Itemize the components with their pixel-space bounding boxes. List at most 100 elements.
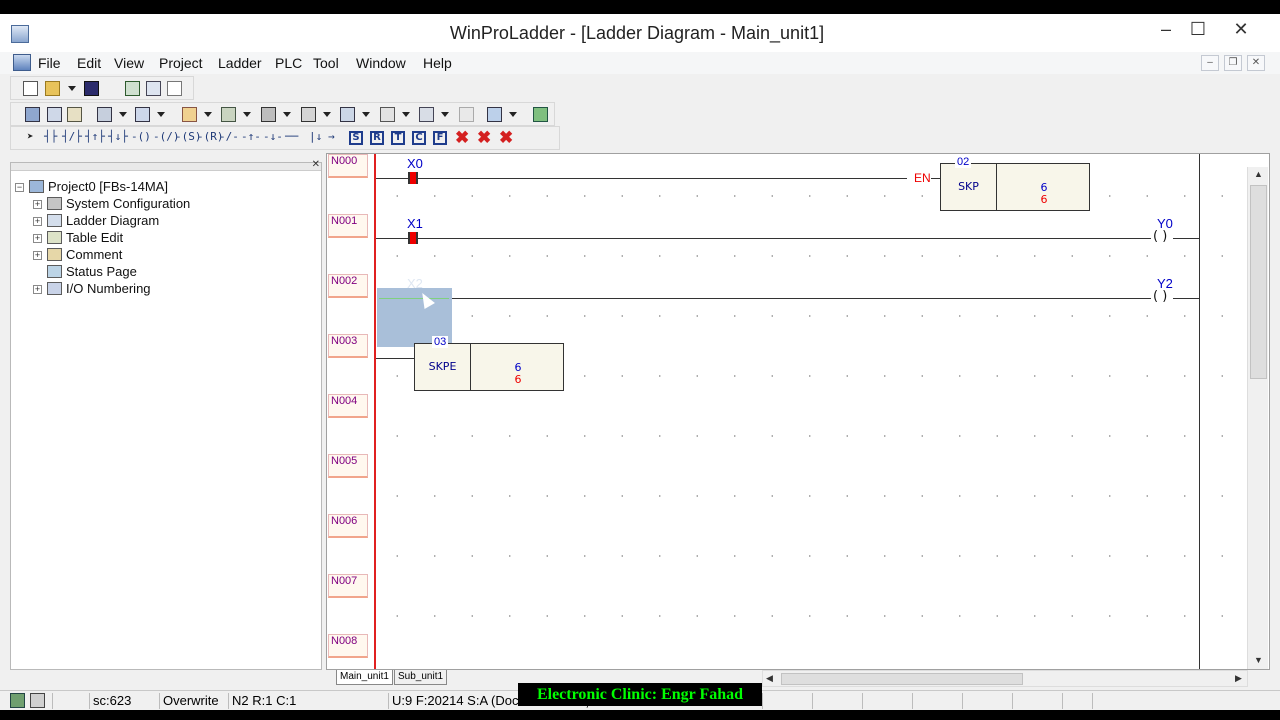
horizontal-line-icon[interactable]: ──: [285, 130, 298, 143]
up-contact-icon[interactable]: ┤↑├: [85, 130, 105, 143]
address-icon[interactable]: [97, 107, 112, 122]
expand-icon[interactable]: +: [33, 251, 42, 260]
chevron-down-icon[interactable]: [119, 112, 127, 117]
function-block-skp[interactable]: SKP 6 6: [940, 163, 1090, 211]
row-label-n006[interactable]: N006: [328, 514, 368, 538]
coil-icon[interactable]: -(): [131, 130, 151, 143]
c-function-button[interactable]: C: [412, 131, 426, 145]
no-contact-icon[interactable]: ┤├: [44, 130, 57, 143]
run-icon[interactable]: [301, 107, 316, 122]
scroll-left-icon[interactable]: ◀: [766, 673, 773, 684]
coil-y0[interactable]: ( ): [1153, 229, 1167, 244]
vertical-line-icon[interactable]: |↓: [309, 130, 322, 143]
function-block-skpe[interactable]: SKPE 6 6: [414, 343, 564, 391]
row-label-n005[interactable]: N005: [328, 454, 368, 478]
row-label-n002[interactable]: N002: [328, 274, 368, 298]
new-file-icon[interactable]: [23, 81, 38, 96]
tab-main-unit1[interactable]: Main_unit1: [336, 670, 393, 685]
chevron-down-icon[interactable]: [157, 112, 165, 117]
table-icon[interactable]: [419, 107, 434, 122]
plc-icon[interactable]: [261, 107, 276, 122]
document-icon[interactable]: [13, 54, 31, 71]
menu-help[interactable]: Help: [423, 55, 452, 71]
r-function-button[interactable]: R: [370, 131, 384, 145]
collapse-icon[interactable]: −: [15, 183, 24, 192]
chevron-down-icon[interactable]: [323, 112, 331, 117]
save-icon[interactable]: [84, 81, 99, 96]
invert-icon[interactable]: -/-: [219, 130, 239, 143]
chevron-down-icon[interactable]: [68, 86, 76, 91]
output-arrow-icon[interactable]: →: [328, 130, 335, 143]
ladder-view-icon[interactable]: [146, 81, 161, 96]
expand-icon[interactable]: +: [33, 285, 42, 294]
status-icon[interactable]: [380, 107, 395, 122]
row-label-n008[interactable]: N008: [328, 634, 368, 658]
row-label-n003[interactable]: N003: [328, 334, 368, 358]
chevron-down-icon[interactable]: [243, 112, 251, 117]
menu-project[interactable]: Project: [159, 55, 203, 71]
page-icon[interactable]: [67, 107, 82, 122]
chevron-down-icon[interactable]: [283, 112, 291, 117]
expand-icon[interactable]: +: [33, 200, 42, 209]
chevron-down-icon[interactable]: [441, 112, 449, 117]
stop-icon[interactable]: [340, 107, 355, 122]
s-function-button[interactable]: S: [349, 131, 363, 145]
scroll-right-icon[interactable]: ▶: [1235, 673, 1242, 684]
maximize-button[interactable]: ☐: [1183, 19, 1213, 40]
ladder-diagram-editor[interactable]: N000 N001 N002 N003 N004 N005 N006 N007 …: [326, 153, 1270, 670]
row-label-n007[interactable]: N007: [328, 574, 368, 598]
menu-tool[interactable]: Tool: [313, 55, 339, 71]
monitor-icon[interactable]: [25, 107, 40, 122]
delete-column-icon[interactable]: ✖: [499, 128, 513, 148]
chevron-down-icon[interactable]: [204, 112, 212, 117]
delete-row-icon[interactable]: ✖: [477, 128, 491, 148]
mdi-close-button[interactable]: ✕: [1247, 55, 1265, 71]
compare-icon[interactable]: [47, 107, 62, 122]
menu-plc[interactable]: PLC: [275, 55, 302, 71]
row-label-n004[interactable]: N004: [328, 394, 368, 418]
vertical-scrollbar[interactable]: ▲ ▼: [1247, 167, 1268, 669]
panel-close-icon[interactable]: ✕: [312, 159, 320, 170]
menu-edit[interactable]: Edit: [77, 55, 101, 71]
export-icon[interactable]: [533, 107, 548, 122]
contact-x0[interactable]: [408, 172, 418, 184]
contact-x1[interactable]: [408, 232, 418, 244]
logic-view-icon[interactable]: [167, 81, 182, 96]
chevron-down-icon[interactable]: [402, 112, 410, 117]
mdi-restore-button[interactable]: ❐: [1224, 55, 1242, 71]
scroll-up-icon[interactable]: ▲: [1254, 169, 1263, 179]
pointer-icon[interactable]: ➤: [27, 130, 34, 143]
horizontal-scrollbar[interactable]: ◀ ▶: [762, 670, 1248, 687]
expand-icon[interactable]: +: [33, 234, 42, 243]
close-button[interactable]: ✕: [1226, 19, 1256, 40]
edit-icon[interactable]: [182, 107, 197, 122]
minimize-button[interactable]: –: [1151, 19, 1181, 40]
zoom-icon[interactable]: [487, 107, 502, 122]
down-contact-icon[interactable]: ┤↓├: [108, 130, 128, 143]
open-folder-icon[interactable]: [45, 81, 60, 96]
nc-contact-icon[interactable]: ┤/├: [62, 130, 82, 143]
expand-icon[interactable]: +: [33, 217, 42, 226]
menu-window[interactable]: Window: [356, 55, 406, 71]
chevron-down-icon[interactable]: [509, 112, 517, 117]
row-label-n001[interactable]: N001: [328, 214, 368, 238]
list-icon[interactable]: [135, 107, 150, 122]
scroll-down-icon[interactable]: ▼: [1254, 655, 1263, 665]
f-function-button[interactable]: F: [433, 131, 447, 145]
menu-file[interactable]: File: [38, 55, 61, 71]
menu-ladder[interactable]: Ladder: [218, 55, 262, 71]
coil-y2[interactable]: ( ): [1153, 289, 1167, 304]
delete-element-icon[interactable]: ✖: [455, 128, 469, 148]
pulse-up-icon[interactable]: -↑-: [241, 130, 261, 143]
tab-sub-unit1[interactable]: Sub_unit1: [394, 670, 448, 685]
pulse-down-icon[interactable]: -↓-: [263, 130, 283, 143]
chevron-down-icon[interactable]: [362, 112, 370, 117]
scroll-thumb[interactable]: [1250, 185, 1267, 379]
project-view-icon[interactable]: [125, 81, 140, 96]
menu-view[interactable]: View: [114, 55, 144, 71]
scroll-thumb[interactable]: [781, 673, 1023, 685]
io-icon[interactable]: [221, 107, 236, 122]
t-function-button[interactable]: T: [391, 131, 405, 145]
mdi-minimize-button[interactable]: –: [1201, 55, 1219, 71]
row-label-n000[interactable]: N000: [328, 154, 368, 178]
